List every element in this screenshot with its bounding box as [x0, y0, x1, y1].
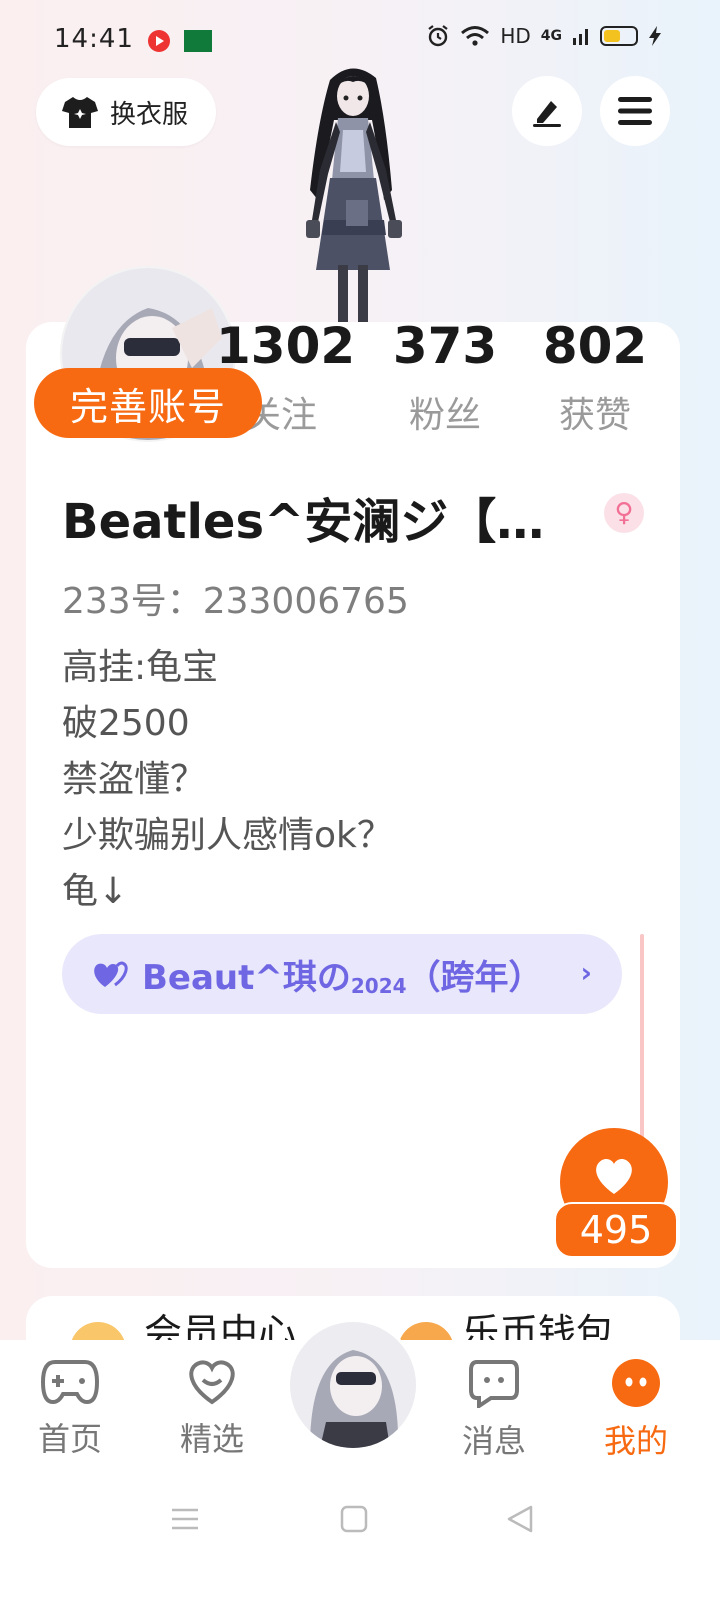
- heart-icon: [596, 1158, 632, 1194]
- followers-label: 粉丝: [408, 395, 481, 436]
- menu-button[interactable]: [600, 76, 670, 146]
- following-count: 1302: [216, 317, 356, 375]
- pencil-icon: [533, 101, 561, 127]
- hamburger-menu-icon: [618, 97, 652, 125]
- change-outfit-label: 换衣服: [110, 99, 189, 130]
- recent-apps-icon[interactable]: [170, 1504, 200, 1534]
- couple-hearts-icon: [94, 961, 128, 987]
- chevron-right-icon: ›: [580, 956, 592, 989]
- signal-icon: [573, 29, 588, 45]
- stat-followers[interactable]: 373 粉丝: [380, 318, 510, 438]
- bio-line: 龟↓: [62, 871, 129, 912]
- home-icon[interactable]: [340, 1504, 368, 1534]
- status-time: 14:41: [54, 24, 134, 54]
- wifi-icon: [461, 26, 490, 46]
- complete-account-button[interactable]: 完善账号: [34, 368, 262, 438]
- bio-line: 禁盗懂？: [62, 759, 207, 800]
- alarm-icon: [428, 25, 448, 47]
- charging-icon: [649, 26, 661, 46]
- signal-4g-label: 4G: [540, 28, 562, 44]
- video-app-notification-icon: [148, 30, 170, 52]
- nav-messages[interactable]: 消息: [434, 1358, 554, 1462]
- heart-outline-icon: [189, 1360, 235, 1405]
- likes-label: 获赞: [558, 395, 631, 436]
- username: Beatles^安澜ジ【…: [62, 494, 545, 550]
- bio-line: 高挂:龟宝: [62, 647, 219, 688]
- nav-featured-label: 精选: [179, 1420, 244, 1458]
- edit-profile-button[interactable]: [512, 76, 582, 146]
- back-icon[interactable]: [505, 1504, 535, 1534]
- scroll-indicator: [640, 934, 644, 1160]
- avatar-image: [290, 1322, 416, 1448]
- nav-home[interactable]: 首页: [10, 1358, 130, 1460]
- cp-relationship-bar[interactable]: Beaut^琪の2024（跨年） ›: [62, 934, 622, 1014]
- user-id[interactable]: 233号：233006765: [62, 572, 409, 624]
- status-icons: HD 4G: [426, 24, 662, 48]
- nav-featured[interactable]: 精选: [152, 1358, 272, 1460]
- avatar-character-figure[interactable]: [288, 60, 418, 325]
- followers-count: 373: [392, 317, 498, 375]
- stat-likes[interactable]: 802 获赞: [530, 318, 660, 438]
- tshirt-icon: [62, 97, 98, 128]
- nav-me[interactable]: 我的: [576, 1358, 696, 1462]
- bio: 高挂:龟宝 破2500 禁盗懂？ 少欺骗别人感情ok？ 龟↓: [62, 640, 393, 920]
- gamepad-icon: [40, 1360, 100, 1405]
- like-count: 495: [554, 1202, 678, 1258]
- bio-line: 少欺骗别人感情ok？: [62, 815, 393, 856]
- female-gender-icon: ♀: [604, 493, 644, 533]
- store-app-notification-icon: [184, 30, 212, 52]
- nav-me-label: 我的: [603, 1422, 668, 1460]
- cp-name: Beaut^琪の2024（跨年）: [142, 957, 543, 998]
- bio-line: 破2500: [62, 703, 190, 744]
- battery-icon: [600, 26, 638, 46]
- me-face-icon: [612, 1359, 660, 1407]
- nav-home-label: 首页: [37, 1420, 102, 1458]
- center-avatar-button[interactable]: [290, 1322, 416, 1448]
- chat-icon: [469, 1360, 519, 1410]
- nav-messages-label: 消息: [461, 1422, 526, 1460]
- network-hd-label: HD: [500, 24, 531, 48]
- likes-count: 802: [542, 317, 648, 375]
- change-outfit-button[interactable]: 换衣服: [36, 78, 216, 146]
